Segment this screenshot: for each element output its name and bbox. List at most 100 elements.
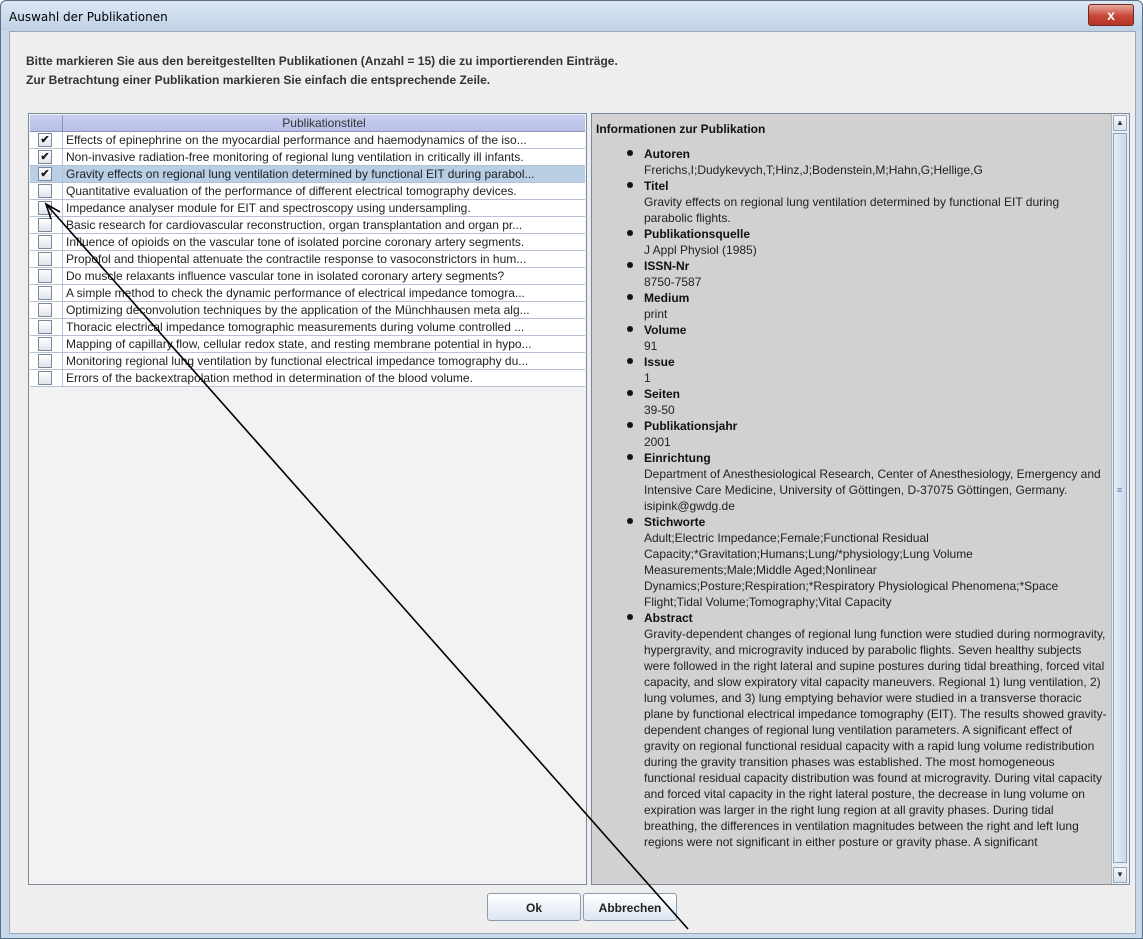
info-field-label: Titel — [644, 179, 669, 193]
import-checkbox[interactable] — [38, 184, 52, 198]
instruction-line-2: Zur Betrachtung einer Publikation markie… — [26, 73, 491, 87]
table-row[interactable]: Monitoring regional lung ventilation by … — [30, 353, 585, 370]
info-field: Medium print — [624, 290, 1109, 322]
title-column-header[interactable]: Publikationstitel — [63, 115, 585, 131]
close-button[interactable]: x — [1088, 4, 1134, 26]
checkbox-column-header[interactable] — [30, 115, 63, 131]
checkbox-cell — [30, 319, 63, 335]
cancel-button[interactable]: Abbrechen — [583, 893, 677, 921]
publication-table: Publikationstitel ✔ Effects of epinephrin… — [28, 113, 587, 885]
publication-title: Monitoring regional lung ventilation by … — [66, 354, 529, 368]
info-field-value: Frerichs,I;Dudykevych,T;Hinz,J;Bodenstei… — [644, 163, 983, 177]
info-heading: Informationen zur Publikation — [596, 122, 766, 136]
import-checkbox[interactable] — [38, 371, 52, 385]
info-field-label: Medium — [644, 291, 690, 305]
bullet-icon — [627, 294, 633, 300]
info-field: Stichworte Adult;Electric Impedance;Femal… — [624, 514, 1109, 610]
publication-title: Non-invasive radiation-free monitoring o… — [66, 150, 524, 164]
publication-title: A simple method to check the dynamic per… — [66, 286, 525, 300]
info-field-label: Stichworte — [644, 515, 706, 529]
table-row[interactable]: A simple method to check the dynamic per… — [30, 285, 585, 302]
info-field-value: Gravity effects on regional lung ventila… — [644, 195, 1060, 225]
table-body: ✔ Effects of epinephrine on the myocardia… — [30, 132, 585, 387]
info-field-value: Department of Anesthesiological Research… — [644, 467, 1101, 513]
import-checkbox[interactable] — [38, 354, 52, 368]
info-field: Autoren Frerichs,I;Dudykevych,T;Hinz,J;Bo… — [624, 146, 1109, 178]
bullet-icon — [627, 454, 633, 460]
import-checkbox[interactable]: ✔ — [38, 133, 52, 147]
scroll-down-icon[interactable]: ▼ — [1113, 867, 1127, 883]
info-field-value: print — [644, 307, 668, 321]
info-field: Volume 91 — [624, 322, 1109, 354]
scroll-up-icon[interactable]: ▲ — [1113, 115, 1127, 131]
table-row[interactable]: Impedance analyser module for EIT and sp… — [30, 200, 585, 217]
info-field-value: 8750-7587 — [644, 275, 702, 289]
import-checkbox[interactable] — [38, 269, 52, 283]
table-row[interactable]: Mapping of capillary flow, cellular redo… — [30, 336, 585, 353]
bullet-icon — [627, 182, 633, 188]
table-row[interactable]: Do muscle relaxants influence vascular t… — [30, 268, 585, 285]
info-field-list: Autoren Frerichs,I;Dudykevych,T;Hinz,J;Bo… — [624, 146, 1109, 850]
bullet-icon — [627, 150, 633, 156]
table-row[interactable]: Basic research for cardiovascular recons… — [30, 217, 585, 234]
table-row[interactable]: ✔ Non-invasive radiation-free monitoring … — [30, 149, 585, 166]
import-checkbox[interactable]: ✔ — [38, 167, 52, 181]
checkbox-cell — [30, 302, 63, 318]
bullet-icon — [627, 422, 633, 428]
info-field-label: Publikationsjahr — [644, 419, 738, 433]
import-checkbox[interactable] — [38, 201, 52, 215]
publication-title: Gravity effects on regional lung ventila… — [66, 167, 535, 181]
info-field-label: Issue — [644, 355, 675, 369]
scroll-thumb[interactable]: ≡ — [1113, 133, 1127, 863]
table-row[interactable]: Thoracic electrical impedance tomographi… — [30, 319, 585, 336]
info-field-label: ISSN-Nr — [644, 259, 690, 273]
publication-title: Effects of epinephrine on the myocardial… — [66, 133, 527, 147]
import-checkbox[interactable]: ✔ — [38, 150, 52, 164]
checkbox-cell — [30, 200, 63, 216]
info-field-value: 39-50 — [644, 403, 675, 417]
import-checkbox[interactable] — [38, 235, 52, 249]
bullet-icon — [627, 518, 633, 524]
table-row[interactable]: Influence of opioids on the vascular ton… — [30, 234, 585, 251]
checkbox-cell — [30, 251, 63, 267]
ok-button[interactable]: Ok — [487, 893, 581, 921]
import-checkbox[interactable] — [38, 252, 52, 266]
import-checkbox[interactable] — [38, 303, 52, 317]
table-row[interactable]: Quantitative evaluation of the performan… — [30, 183, 585, 200]
table-row[interactable]: Optimizing deconvolution techniques by t… — [30, 302, 585, 319]
table-row[interactable]: ✔ Effects of epinephrine on the myocardia… — [30, 132, 585, 149]
import-checkbox[interactable] — [38, 286, 52, 300]
bullet-icon — [627, 390, 633, 396]
publication-title: Basic research for cardiovascular recons… — [66, 218, 523, 232]
publication-title: Do muscle relaxants influence vascular t… — [66, 269, 505, 283]
checkbox-cell — [30, 353, 63, 369]
bullet-icon — [627, 326, 633, 332]
bullet-icon — [627, 358, 633, 364]
table-header: Publikationstitel — [30, 115, 585, 132]
checkbox-cell — [30, 268, 63, 284]
info-field-value: Adult;Electric Impedance;Female;Function… — [644, 531, 1059, 609]
import-checkbox[interactable] — [38, 337, 52, 351]
info-field: Seiten 39-50 — [624, 386, 1109, 418]
publication-title: Impedance analyser module for EIT and sp… — [66, 201, 471, 215]
bullet-icon — [627, 230, 633, 236]
info-field-label: Publikationsquelle — [644, 227, 751, 241]
info-field: Einrichtung Department of Anesthesiologic… — [624, 450, 1109, 514]
publication-title: Influence of opioids on the vascular ton… — [66, 235, 525, 249]
checkbox-cell — [30, 285, 63, 301]
scroll-grip-icon: ≡ — [1117, 485, 1123, 495]
checkbox-cell — [30, 336, 63, 352]
table-row[interactable]: ✔ Gravity effects on regional lung ventil… — [30, 166, 585, 183]
title-bar[interactable]: Auswahl der Publikationen x — [1, 1, 1142, 31]
checkbox-cell — [30, 183, 63, 199]
import-checkbox[interactable] — [38, 320, 52, 334]
publication-title: Errors of the backextrapolation method i… — [66, 371, 473, 385]
table-row[interactable]: Errors of the backextrapolation method i… — [30, 370, 585, 387]
publication-title: Optimizing deconvolution techniques by t… — [66, 303, 530, 317]
checkbox-cell: ✔ — [30, 166, 63, 182]
table-row[interactable]: Propofol and thiopental attenuate the co… — [30, 251, 585, 268]
info-field-label: Volume — [644, 323, 687, 337]
vertical-scrollbar[interactable]: ▲ ≡ ▼ — [1111, 114, 1129, 884]
import-checkbox[interactable] — [38, 218, 52, 232]
info-field-label: Autoren — [644, 147, 690, 161]
